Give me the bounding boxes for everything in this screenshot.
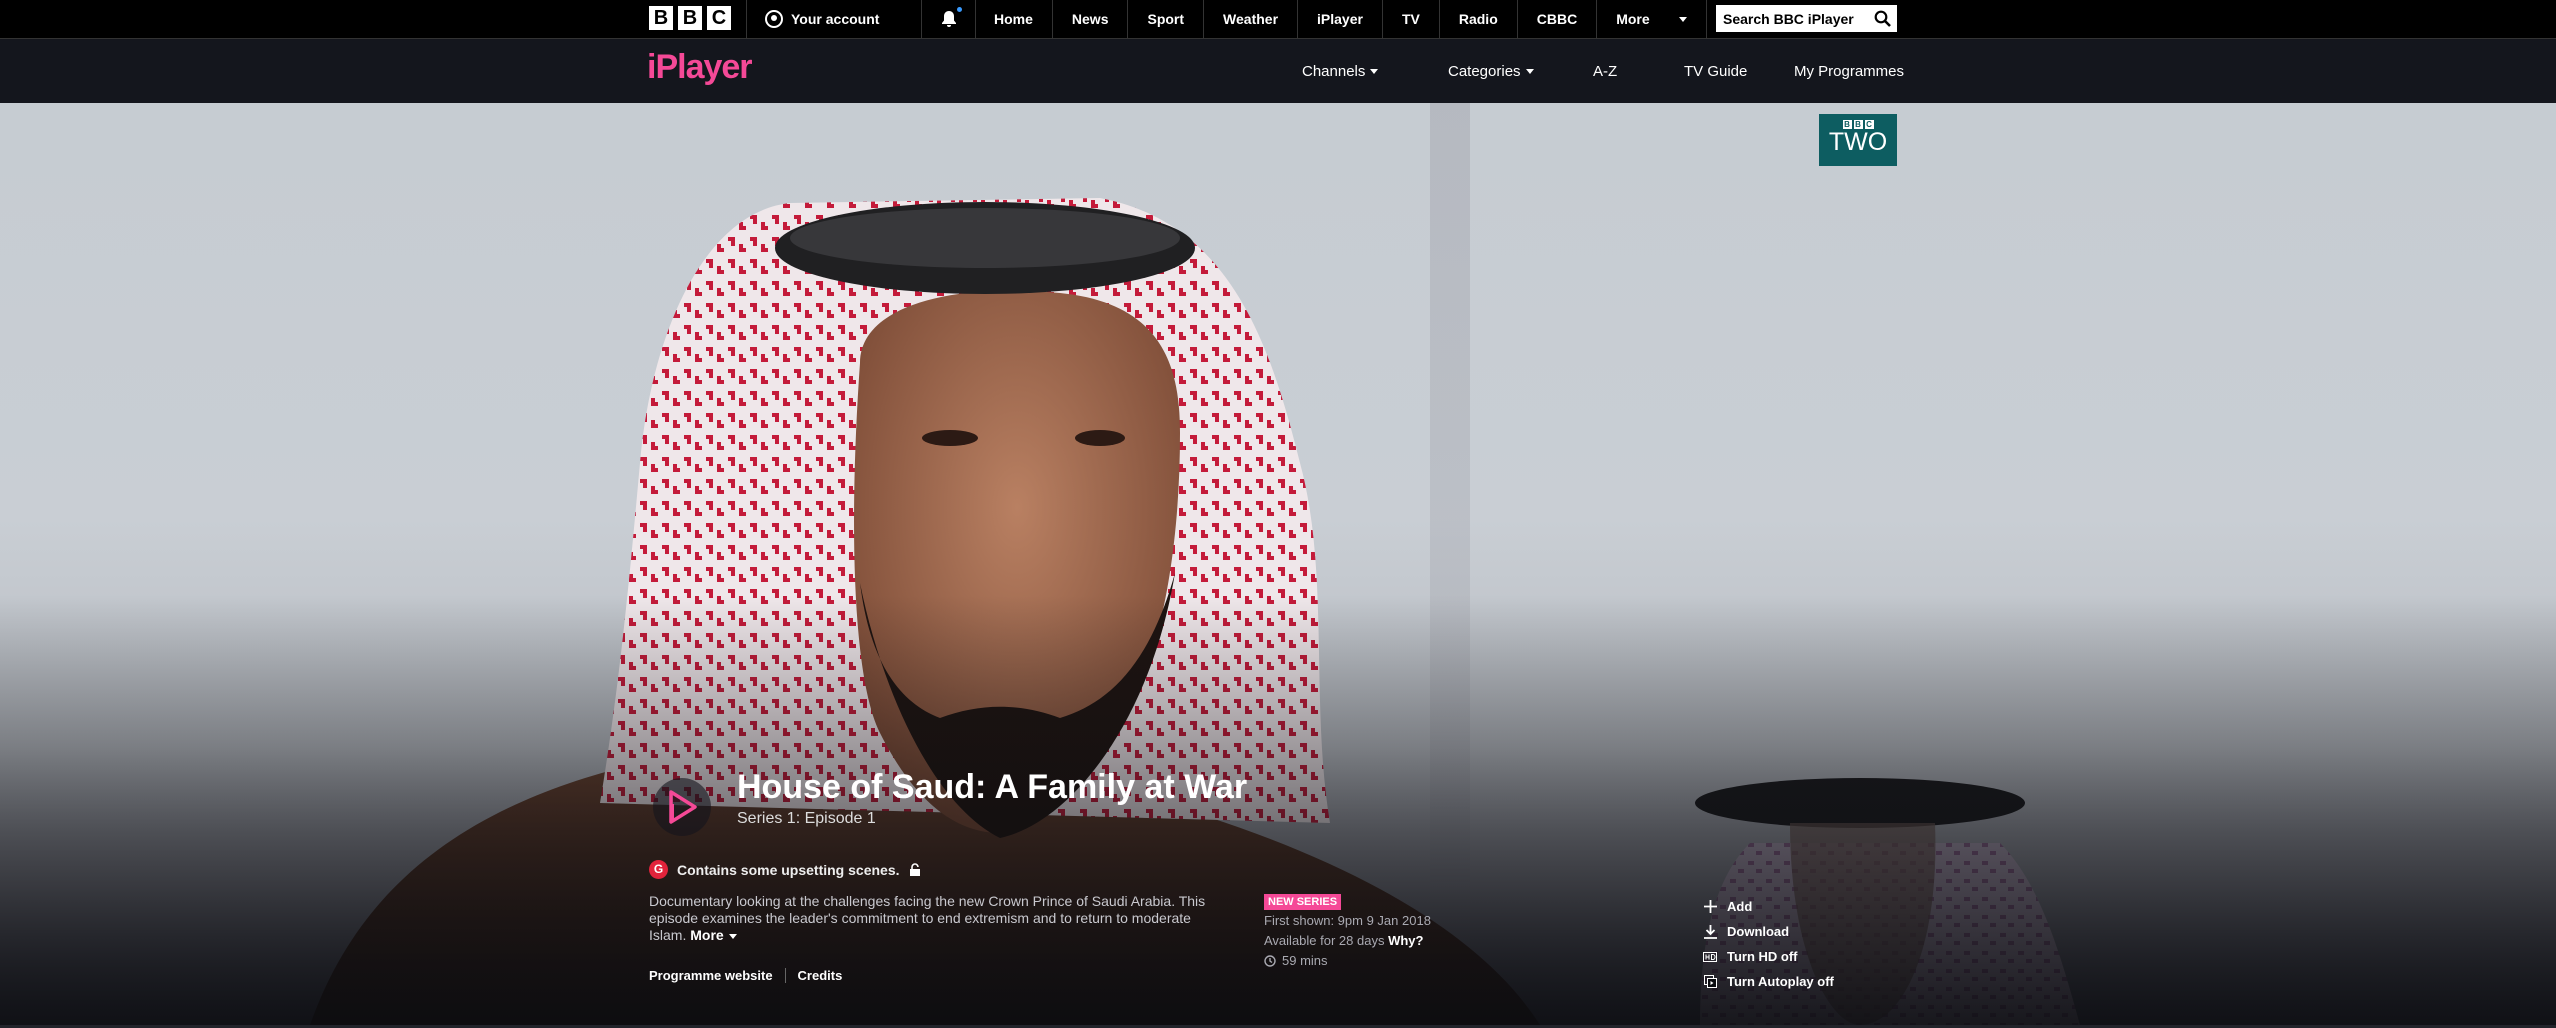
programme-links: Programme website Credits — [649, 968, 866, 983]
availability-text: Available for 28 days — [1264, 933, 1385, 948]
programme-hero: B B C TWO — [0, 103, 2556, 1025]
global-nav-links: Home News Sport Weather iPlayer TV Radio… — [975, 0, 1708, 38]
tv-guide-link[interactable]: TV Guide — [1684, 39, 1747, 103]
chevron-down-icon — [1525, 68, 1534, 74]
more-button[interactable]: More — [690, 927, 737, 943]
download-icon — [1703, 924, 1717, 939]
play-icon — [669, 790, 697, 824]
my-programmes-link[interactable]: My Programmes — [1794, 39, 1904, 103]
account-label: Your account — [791, 11, 880, 27]
your-account-link[interactable]: Your account — [746, 0, 921, 38]
hd-icon — [1703, 951, 1717, 962]
why-link[interactable]: Why? — [1388, 933, 1423, 948]
first-shown-text: First shown: 9pm 9 Jan 2018 — [1264, 913, 1431, 928]
bbc-logo-letter: B — [649, 6, 673, 30]
categories-label: Categories — [1448, 62, 1521, 80]
lock-icon[interactable] — [909, 862, 921, 877]
nav-home[interactable]: Home — [975, 0, 1053, 38]
plus-icon — [1703, 900, 1717, 913]
autoplay-label: Turn Autoplay off — [1727, 974, 1834, 989]
nav-sport[interactable]: Sport — [1128, 0, 1205, 38]
clock-icon — [1264, 955, 1276, 967]
chevron-down-icon — [1370, 68, 1379, 74]
add-label: Add — [1727, 899, 1753, 914]
notification-dot — [957, 7, 962, 12]
bell-icon — [941, 11, 956, 27]
chevron-down-icon — [1679, 16, 1688, 22]
bbc-logo-letter: C — [707, 6, 731, 30]
channels-label: Channels — [1302, 62, 1366, 80]
bbc-logo-letter: B — [678, 6, 702, 30]
new-series-badge: NEW SERIES — [1264, 894, 1342, 910]
programme-website-link[interactable]: Programme website — [649, 968, 786, 983]
autoplay-icon — [1703, 975, 1717, 988]
autoplay-toggle[interactable]: Turn Autoplay off — [1703, 969, 1834, 994]
iplayer-nav: iPlayer Channels Categories A-Z TV Guide… — [0, 39, 2556, 103]
programme-actions: Add Download Turn HD off Turn Autoplay o… — [1703, 894, 1834, 994]
az-link[interactable]: A-Z — [1593, 39, 1617, 103]
guidance-warning: G Contains some upsetting scenes. — [649, 860, 921, 879]
nav-tv[interactable]: TV — [1383, 0, 1440, 38]
search-icon[interactable] — [1874, 10, 1891, 27]
search-placeholder: Search BBC iPlayer — [1723, 10, 1854, 27]
categories-menu[interactable]: Categories — [1448, 39, 1534, 103]
programme-title: House of Saud: A Family at War — [737, 768, 1248, 806]
download-button[interactable]: Download — [1703, 919, 1834, 944]
credits-link[interactable]: Credits — [798, 968, 855, 983]
guidance-text: Contains some upsetting scenes. — [677, 861, 900, 878]
hd-label: Turn HD off — [1727, 949, 1798, 964]
nav-cbbc[interactable]: CBBC — [1518, 0, 1598, 38]
download-label: Download — [1727, 924, 1790, 939]
chevron-down-icon — [728, 933, 737, 939]
nav-more-label: More — [1616, 11, 1650, 27]
broadcast-meta: NEW SERIES First shown: 9pm 9 Jan 2018 A… — [1264, 891, 1431, 971]
search-input[interactable]: Search BBC iPlayer — [1716, 5, 1897, 32]
bbc-global-nav: B B C Your account Home News Sport Weath… — [0, 0, 2556, 39]
account-icon — [765, 10, 783, 28]
hd-toggle[interactable]: Turn HD off — [1703, 944, 1834, 969]
channels-menu[interactable]: Channels — [1302, 39, 1379, 103]
notifications-button[interactable] — [921, 0, 976, 38]
more-label: More — [690, 927, 724, 943]
iplayer-logo[interactable]: iPlayer — [647, 48, 753, 87]
nav-more-button[interactable]: More — [1597, 0, 1708, 38]
guidance-badge: G — [649, 860, 668, 879]
play-button[interactable] — [653, 778, 711, 836]
add-button[interactable]: Add — [1703, 894, 1834, 919]
nav-radio[interactable]: Radio — [1440, 0, 1518, 38]
nav-iplayer[interactable]: iPlayer — [1298, 0, 1383, 38]
bbc-logo[interactable]: B B C — [649, 6, 731, 30]
programme-description: Documentary looking at the challenges fa… — [649, 893, 1219, 944]
nav-weather[interactable]: Weather — [1204, 0, 1299, 38]
duration-text: 59 mins — [1282, 953, 1328, 968]
bbc-two-logo: B B C TWO — [1819, 114, 1897, 166]
nav-news[interactable]: News — [1053, 0, 1129, 38]
episode-subtitle: Series 1: Episode 1 — [737, 810, 876, 827]
channel-name: TWO — [1828, 128, 1888, 156]
